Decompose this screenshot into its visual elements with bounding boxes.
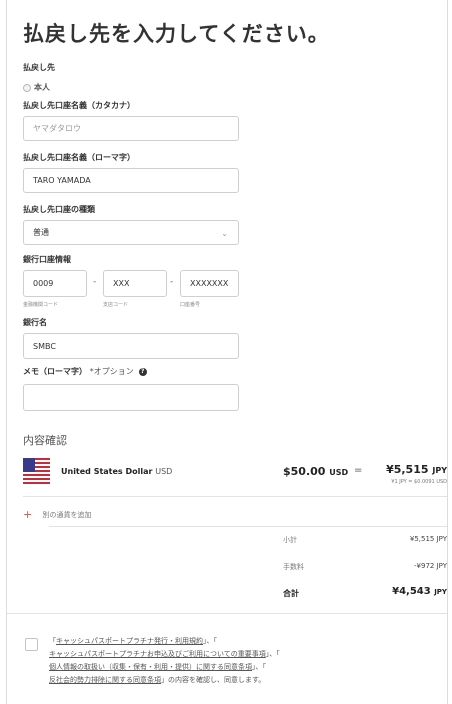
- refund-form-frame: 払戻し先を入力してください。 払戻し先 本人 払戻し先口座名義（カタカナ） ヤマ…: [6, 0, 448, 704]
- equals-sign: =: [354, 465, 363, 476]
- divider: [7, 613, 447, 614]
- separator-dash: -: [93, 277, 97, 287]
- radio-icon[interactable]: [23, 83, 31, 92]
- account-number-input[interactable]: XXXXXXX: [180, 270, 239, 297]
- account-name-kana-label: 払戻し先口座名義（カタカナ）: [23, 101, 135, 110]
- terms-agreement-text: 「キャッシュパスポートプラチナ発行・利用規約」、「 キャッシュパスポートプラチナお…: [49, 635, 447, 687]
- plus-icon: +: [23, 508, 33, 521]
- chevron-down-icon: ⌄: [221, 229, 228, 238]
- account-type-select[interactable]: 普通 ⌄: [23, 220, 239, 245]
- separator-dash: -: [170, 277, 174, 287]
- divider: [49, 526, 447, 527]
- account-name-kana-input[interactable]: ヤマダタロウ: [23, 116, 239, 141]
- total-value: ¥4,543 JPY: [392, 586, 447, 597]
- usd-amount-value: $50.00: [283, 465, 326, 478]
- terms-text: 」、「: [203, 637, 217, 645]
- memo-optional-text: *オプション: [89, 367, 134, 376]
- bank-name-input[interactable]: SMBC: [23, 333, 239, 359]
- memo-label-text: メモ（ローマ字）: [23, 367, 87, 376]
- memo-input[interactable]: [23, 384, 239, 411]
- terms-link-important-matters[interactable]: キャッシュパスポートプラチナお申込及びご利用についての重要事項: [49, 650, 266, 658]
- fee-value: -¥972 JPY: [414, 562, 447, 570]
- memo-label: メモ（ローマ字） *オプション ?: [23, 366, 147, 377]
- terms-link-privacy[interactable]: 個人情報の取扱い（収集・保有・利用・提供）に関する同意条項: [49, 663, 252, 671]
- terms-text: 」、「: [252, 663, 266, 671]
- account-name-roman-label: 払戻し先口座名義（ローマ字）: [23, 153, 135, 162]
- subtotal-label: 小計: [283, 536, 297, 544]
- account-type-label: 払戻し先口座の種類: [23, 205, 95, 214]
- terms-text: 」、「: [265, 650, 280, 658]
- recipient-option-label: 本人: [34, 83, 50, 92]
- subtotal-value: ¥5,515 JPY: [409, 535, 447, 543]
- jpy-amount: ¥5,515 JPY: [386, 463, 447, 476]
- fee-label: 手数料: [283, 563, 304, 571]
- jpy-amount-unit: JPY: [432, 466, 447, 475]
- exchange-rate: ¥1 JPY = $0.0091 USD: [391, 479, 447, 485]
- us-flag-icon: [23, 458, 50, 484]
- currency-name: United States Dollar USD: [61, 467, 172, 476]
- add-currency-link[interactable]: + 別の通貨を追加: [23, 508, 91, 521]
- divider: [23, 496, 447, 497]
- account-name-roman-input[interactable]: TARO YAMADA: [23, 168, 239, 193]
- currency-code: USD: [155, 467, 173, 476]
- jpy-amount-value: ¥5,515: [386, 463, 429, 476]
- terms-text: 」の内容を確認し、同意します。: [161, 676, 266, 684]
- account-number-caption: 口座番号: [180, 302, 201, 308]
- add-currency-label: 別の通貨を追加: [42, 511, 92, 519]
- terms-text: 「: [49, 637, 56, 645]
- total-unit: JPY: [434, 588, 447, 596]
- recipient-radio-option[interactable]: 本人: [23, 82, 50, 93]
- info-icon[interactable]: ?: [138, 367, 147, 376]
- branch-code-caption: 支店コード: [103, 302, 129, 308]
- review-section-title: 内容確認: [23, 434, 67, 447]
- currency-name-text: United States Dollar: [61, 467, 153, 476]
- bank-code-caption: 金融機関コード: [23, 302, 59, 308]
- account-type-value: 普通: [33, 228, 49, 237]
- total-amount: ¥4,543: [392, 586, 431, 597]
- total-label: 合計: [283, 589, 299, 598]
- page-title: 払戻し先を入力してください。: [23, 22, 330, 46]
- terms-link-issuance[interactable]: キャッシュパスポートプラチナ発行・利用規約: [56, 637, 203, 645]
- terms-agree-checkbox[interactable]: [25, 638, 38, 651]
- usd-amount: $50.00 USD: [283, 465, 348, 478]
- branch-code-input[interactable]: XXX: [103, 270, 167, 297]
- terms-link-antisocial[interactable]: 反社会的勢力排除に関する同意条項: [49, 676, 161, 684]
- usd-amount-unit: USD: [329, 468, 349, 477]
- recipient-label: 払戻し先: [23, 63, 55, 72]
- bank-name-label: 銀行名: [23, 318, 47, 327]
- bank-info-label: 銀行口座情報: [23, 255, 71, 264]
- bank-code-input[interactable]: 0009: [23, 270, 87, 297]
